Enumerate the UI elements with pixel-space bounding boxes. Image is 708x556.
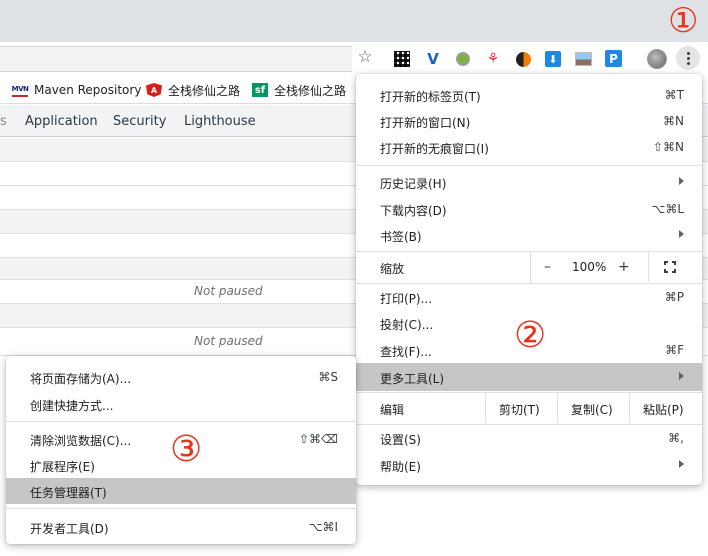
qr-code-extension-icon[interactable] — [394, 51, 410, 67]
tree-extension-icon[interactable]: ⚘ — [484, 50, 502, 68]
chrome-main-menu: 打开新的标签页(T) ⌘T 打开新的窗口(N) ⌘N 打开新的无痕窗口(I) ⇧… — [356, 74, 702, 485]
maven-icon: MVN — [12, 83, 29, 97]
submenu-arrow-icon — [679, 372, 684, 380]
bookmark-label: 全栈修仙之路 — [274, 83, 347, 98]
menu-item-label: 书签(B) — [380, 230, 422, 244]
submenu-item-create-shortcut[interactable]: 创建快捷方式... — [6, 391, 356, 417]
zoom-label: 缩放 — [380, 262, 405, 276]
menu-item-label: 投射(C)... — [380, 318, 434, 332]
menu-item-settings[interactable]: 设置(S) ⌘, — [356, 425, 702, 451]
omnibox[interactable] — [0, 46, 352, 72]
menu-item-label: 创建快捷方式... — [30, 399, 114, 413]
edit-divider — [557, 393, 558, 423]
menu-item-shortcut: ⌥⌘I — [308, 520, 338, 534]
tab-application[interactable]: Application — [25, 114, 98, 129]
green-circle-extension-icon[interactable] — [454, 50, 472, 68]
menu-item-shortcut: ⌘P — [664, 290, 684, 304]
edit-label: 编辑 — [380, 403, 405, 417]
submenu-item-save-page[interactable]: 将页面存储为(A)... ⌘S — [6, 364, 356, 390]
browser-toolbar: ☆ V ⚘ ⬇ P — [0, 42, 708, 76]
menu-item-label: 打印(P)... — [380, 292, 433, 306]
menu-zoom-row: 缩放 – 100% + — [356, 252, 702, 282]
v-extension-icon[interactable]: V — [424, 50, 442, 68]
fullscreen-icon[interactable] — [664, 261, 676, 273]
submenu-arrow-icon — [679, 460, 684, 468]
menu-separator — [6, 421, 356, 422]
angular-icon: A — [146, 83, 162, 97]
copy-button[interactable]: 复制(C) — [571, 401, 613, 418]
zoom-divider — [648, 252, 649, 282]
menu-item-label: 更多工具(L) — [380, 372, 445, 386]
not-paused-label: Not paused — [194, 284, 263, 298]
menu-item-label: 扩展程序(E) — [30, 460, 95, 474]
menu-item-more-tools[interactable]: 更多工具(L) — [356, 363, 702, 391]
submenu-item-task-manager[interactable]: 任务管理器(T) — [6, 478, 356, 504]
menu-item-label: 下载内容(D) — [380, 204, 447, 218]
edit-divider — [629, 393, 630, 423]
s-extension-icon[interactable] — [514, 50, 532, 68]
tab-security[interactable]: Security — [113, 114, 166, 129]
zoom-divider — [530, 252, 531, 282]
menu-item-label: 任务管理器(T) — [30, 486, 107, 500]
image-extension-icon[interactable] — [575, 52, 592, 66]
menu-item-label: 清除浏览数据(C)... — [30, 434, 132, 448]
menu-item-label: 打开新的标签页(T) — [380, 90, 481, 104]
devtools-tab-partial[interactable]: s — [0, 114, 7, 129]
menu-item-shortcut: ⌘F — [665, 343, 684, 357]
bookmark-maven-repository[interactable]: MVN Maven Repository — [12, 82, 141, 98]
menu-item-shortcut: ⌘N — [663, 114, 684, 128]
bookmark-quanzhan-angular[interactable]: A 全栈修仙之路 — [146, 82, 240, 98]
profile-avatar[interactable] — [647, 49, 667, 69]
menu-item-bookmarks[interactable]: 书签(B) — [356, 222, 702, 248]
menu-item-label: 打开新的无痕窗口(I) — [380, 142, 489, 156]
tab-strip — [0, 0, 708, 42]
menu-separator — [356, 165, 702, 166]
menu-item-label: 将页面存储为(A)... — [30, 372, 132, 386]
menu-edit-row: 编辑 剪切(T) 复制(C) 粘贴(P) — [356, 393, 702, 423]
not-paused-label: Not paused — [194, 334, 263, 348]
menu-item-new-incognito[interactable]: 打开新的无痕窗口(I) ⇧⌘N — [356, 134, 702, 160]
chrome-menu-button[interactable] — [676, 46, 700, 70]
menu-item-print[interactable]: 打印(P)... ⌘P — [356, 284, 702, 310]
segmentfault-icon: sf — [252, 83, 268, 97]
zoom-value: 100% — [572, 260, 607, 274]
menu-item-label: 打开新的窗口(N) — [380, 116, 471, 130]
menu-item-new-tab[interactable]: 打开新的标签页(T) ⌘T — [356, 82, 702, 108]
menu-item-new-window[interactable]: 打开新的窗口(N) ⌘N — [356, 108, 702, 134]
edit-divider — [485, 393, 486, 423]
menu-item-shortcut: ⌘, — [668, 431, 684, 445]
submenu-item-dev-tools[interactable]: 开发者工具(D) ⌥⌘I — [6, 514, 356, 540]
submenu-arrow-icon — [679, 230, 684, 238]
zoom-in-button[interactable]: + — [618, 259, 630, 275]
cut-button[interactable]: 剪切(T) — [499, 401, 540, 418]
zoom-out-button[interactable]: – — [544, 259, 551, 275]
step-1-annotation: ① — [668, 1, 699, 41]
paste-button[interactable]: 粘贴(P) — [643, 401, 684, 418]
bookmark-label: Maven Repository — [34, 83, 142, 97]
menu-item-help[interactable]: 帮助(E) — [356, 452, 702, 478]
bookmark-star-icon[interactable]: ☆ — [356, 47, 374, 67]
menu-item-shortcut: ⇧⌘⌫ — [298, 432, 338, 446]
menu-item-shortcut: ⇧⌘N — [652, 140, 684, 154]
submenu-arrow-icon — [679, 177, 684, 185]
menu-item-shortcut: ⌥⌘L — [651, 202, 684, 216]
bookmark-label: 全栈修仙之路 — [168, 83, 241, 98]
menu-item-downloads[interactable]: 下载内容(D) ⌥⌘L — [356, 196, 702, 222]
menu-item-label: 历史记录(H) — [380, 177, 447, 191]
p-extension-icon[interactable]: P — [605, 50, 622, 67]
menu-item-label: 查找(F)... — [380, 345, 432, 359]
menu-item-shortcut: ⌘T — [664, 88, 684, 102]
menu-item-history[interactable]: 历史记录(H) — [356, 169, 702, 195]
download-extension-icon[interactable]: ⬇ — [545, 51, 561, 67]
menu-item-label: 设置(S) — [380, 433, 421, 447]
menu-item-shortcut: ⌘S — [318, 370, 338, 384]
step-2-annotation: ② — [514, 315, 547, 356]
bookmark-quanzhan-sf[interactable]: sf 全栈修仙之路 — [252, 82, 346, 98]
step-3-annotation: ③ — [170, 429, 203, 470]
menu-separator — [6, 508, 356, 509]
menu-item-label: 开发者工具(D) — [30, 522, 109, 536]
tab-lighthouse[interactable]: Lighthouse — [184, 114, 256, 129]
menu-item-label: 帮助(E) — [380, 460, 421, 474]
